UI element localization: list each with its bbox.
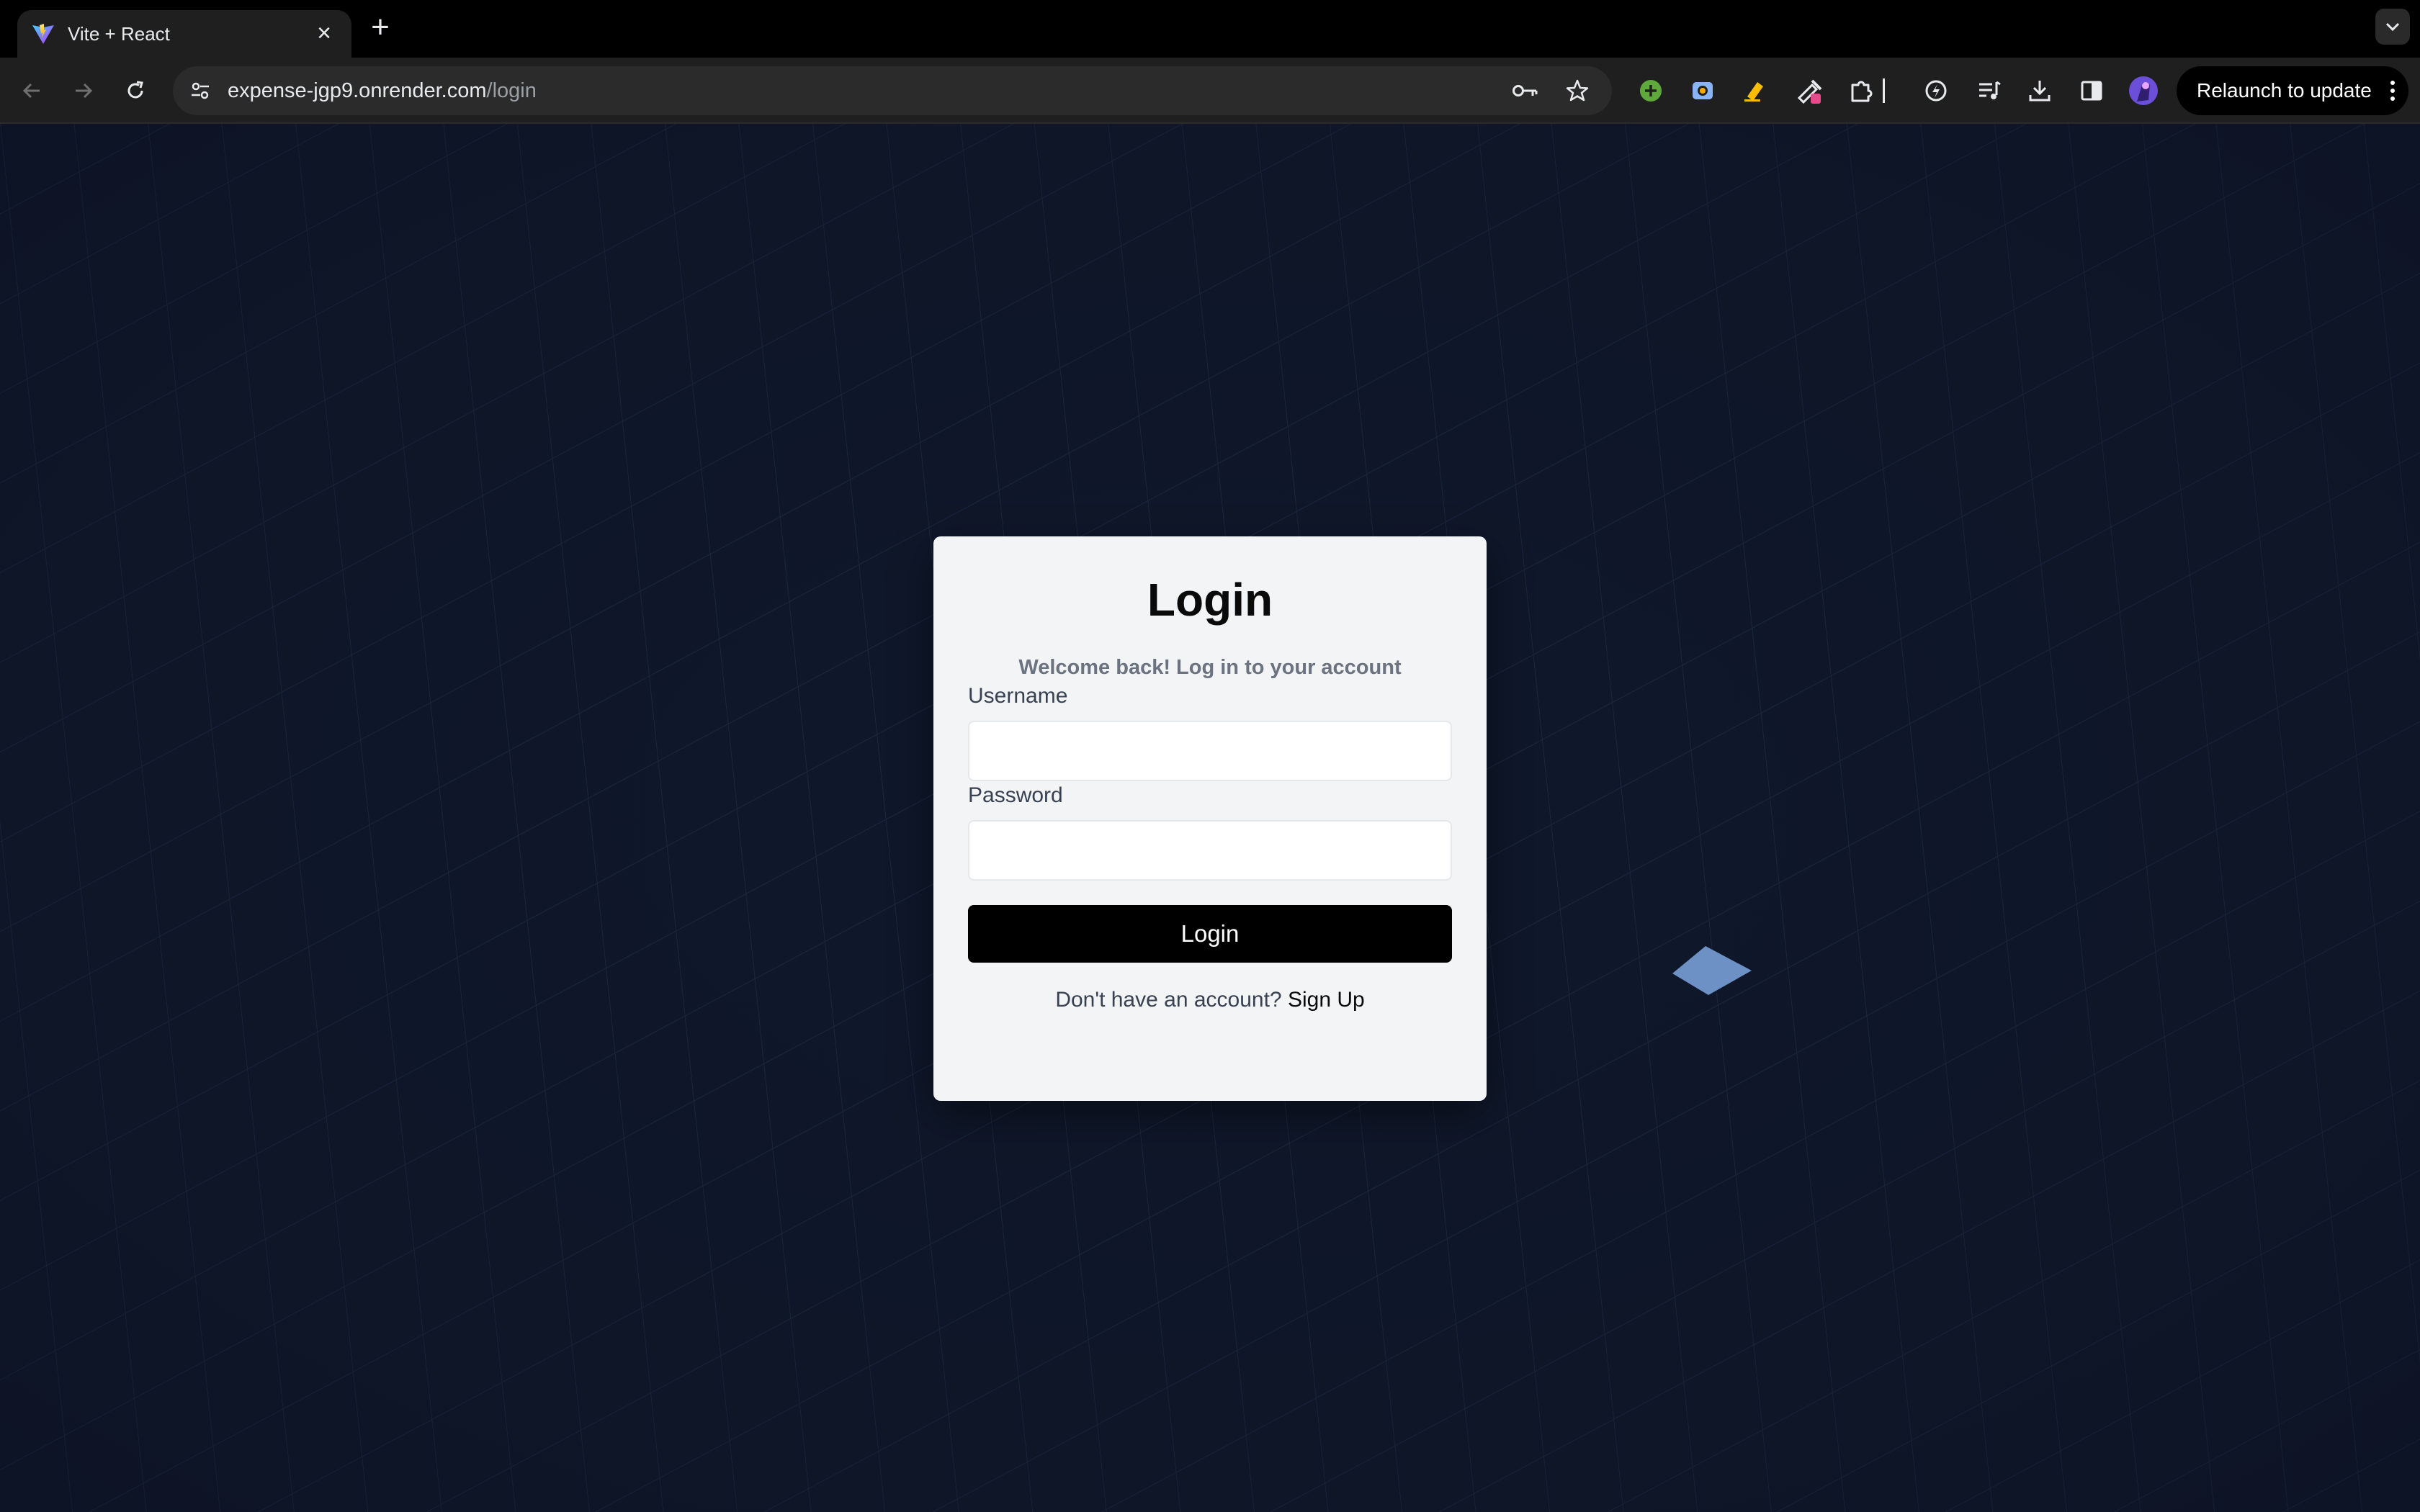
close-icon[interactable]: ×: [311, 21, 337, 47]
bolt-extension-icon[interactable]: [1919, 73, 1953, 108]
eyedropper-extension-icon[interactable]: [1792, 73, 1827, 108]
download-icon[interactable]: [2022, 73, 2057, 108]
profile-avatar-icon[interactable]: [2126, 73, 2161, 108]
vite-logo-icon: [32, 24, 54, 44]
url-text[interactable]: expense-jgp9.onrender.com/login: [228, 79, 1508, 103]
login-subtitle: Welcome back! Log in to your account: [1018, 656, 1402, 679]
relaunch-label: Relaunch to update: [2197, 79, 2372, 102]
star-icon[interactable]: [1560, 73, 1595, 108]
page-title: Login: [1147, 574, 1273, 626]
address-bar[interactable]: expense-jgp9.onrender.com/login: [173, 66, 1612, 115]
url-host: expense-jgp9.onrender.com: [228, 78, 487, 102]
forward-icon[interactable]: [66, 73, 101, 108]
menu-dots-icon[interactable]: [2388, 81, 2398, 101]
login-card: Login Welcome back! Log in to your accou…: [933, 536, 1487, 1101]
back-icon[interactable]: [14, 73, 49, 108]
key-icon[interactable]: [1508, 73, 1543, 108]
url-path: /login: [486, 78, 537, 102]
side-panel-icon[interactable]: [2074, 73, 2109, 108]
browser-toolbar: expense-jgp9.onrender.com/login Relaunch…: [0, 58, 2420, 124]
password-field[interactable]: [968, 820, 1452, 881]
camera-extension-icon[interactable]: [1685, 73, 1720, 108]
browser-tab-strip: Vite + React × +: [0, 0, 2420, 58]
browser-tab[interactable]: Vite + React ×: [17, 10, 351, 58]
username-label: Username: [968, 684, 1068, 708]
tab-list-button[interactable]: [2375, 9, 2410, 45]
chevron-down-icon: [2385, 22, 2400, 32]
toolbar-divider: [1881, 73, 1887, 108]
reload-icon[interactable]: [118, 73, 153, 108]
signup-link[interactable]: Sign Up: [1288, 988, 1365, 1012]
puzzle-extensions-icon[interactable]: [1844, 73, 1878, 108]
signup-prompt: Don't have an account?: [1055, 988, 1282, 1012]
signup-row: Don't have an account? Sign Up: [968, 986, 1452, 1014]
green-plus-extension-icon[interactable]: [1634, 73, 1668, 108]
relaunch-button[interactable]: Relaunch to update: [2177, 66, 2408, 115]
plus-icon[interactable]: +: [366, 12, 395, 43]
username-field[interactable]: [968, 721, 1452, 781]
login-button[interactable]: Login: [968, 905, 1452, 963]
site-info-icon[interactable]: [183, 73, 218, 108]
highlighter-extension-icon[interactable]: [1737, 73, 1772, 108]
tab-title: Vite + React: [68, 22, 170, 45]
media-queue-icon[interactable]: [1972, 73, 2007, 108]
password-label: Password: [968, 783, 1063, 807]
page-viewport: Login Welcome back! Log in to your accou…: [0, 124, 2420, 1512]
